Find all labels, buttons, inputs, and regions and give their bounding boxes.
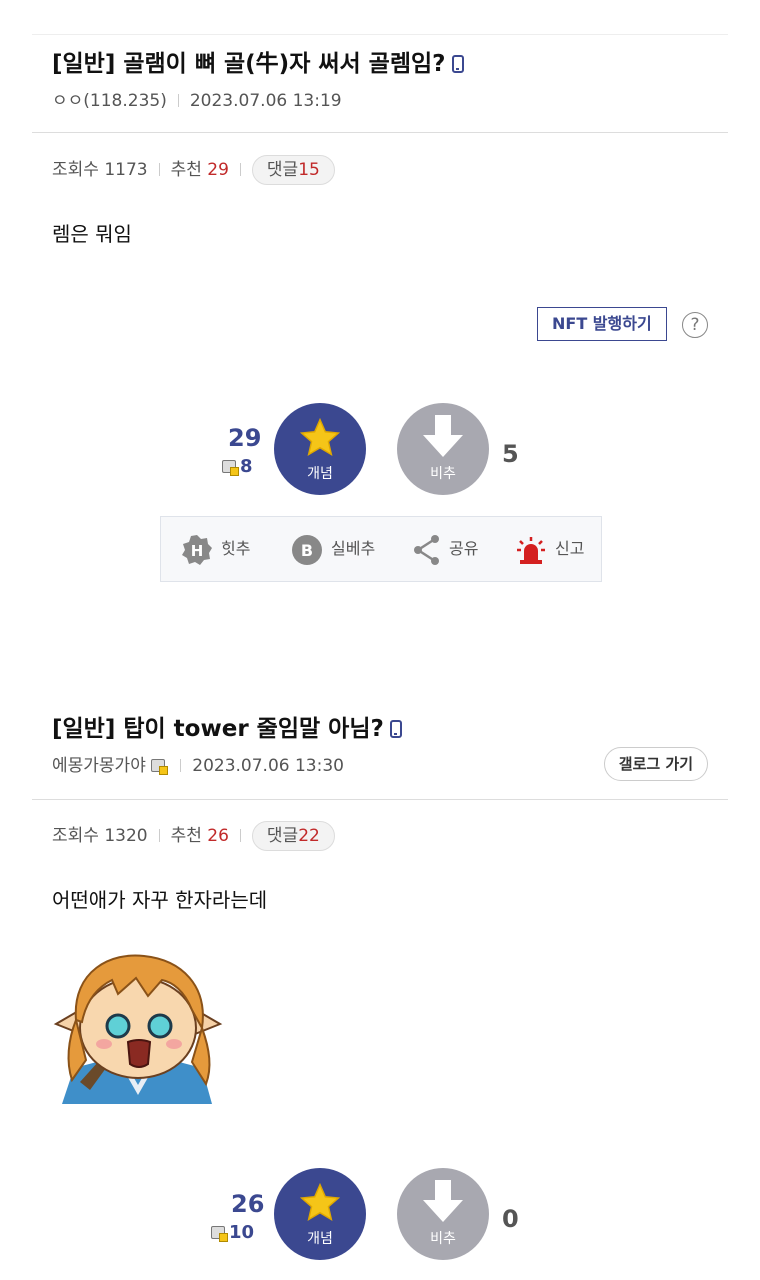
author[interactable]: 에몽가몽가야: [52, 756, 146, 776]
post-meta: 에몽가몽가야 2023.07.06 13:30 갤로그 가기: [32, 747, 728, 781]
share-button[interactable]: 공유: [413, 517, 478, 581]
character-sticker-image: [52, 950, 224, 1104]
gallery-mini-icon: [151, 759, 169, 775]
upvote-count: 26: [231, 1190, 265, 1218]
upvote-count: 29: [228, 424, 262, 452]
divider: [32, 799, 728, 800]
report-siren-icon: [517, 536, 545, 564]
divider: [180, 759, 182, 772]
downvote-button[interactable]: 비추: [397, 1168, 489, 1260]
post-date: 2023.07.06 13:30: [192, 756, 344, 776]
gallery-mini-icon: [222, 460, 239, 476]
comment-button[interactable]: 댓글15: [251, 155, 335, 185]
help-icon[interactable]: ?: [682, 312, 708, 338]
gallery-mini-icon: [211, 1226, 228, 1242]
post-2-body: 어떤애가 자꾸 한자라는데: [32, 884, 728, 913]
best-icon: B: [292, 534, 322, 565]
star-icon: [299, 1182, 341, 1222]
comment-button[interactable]: 댓글22: [251, 821, 335, 851]
post-title: [일반] 골램이 뼈 골(牛)자 써서 골렘임?: [32, 49, 728, 79]
phone-icon: [389, 720, 402, 738]
phone-icon: [451, 55, 464, 73]
hit-recommend-button[interactable]: H 힛추: [181, 517, 250, 581]
report-button[interactable]: 신고: [515, 517, 584, 581]
post-body-text: 렘은 뭐임: [52, 222, 132, 246]
recommend-count: 29: [207, 160, 229, 180]
hit-icon: H: [182, 534, 212, 565]
star-icon: [299, 417, 341, 457]
share-icon: [414, 534, 439, 565]
upvote-button[interactable]: 개념: [274, 403, 366, 495]
post-body-text: 어떤애가 자꾸 한자라는데: [52, 888, 268, 912]
recommend-label: 추천: [170, 160, 202, 180]
downvote-count: 5: [502, 440, 519, 468]
divider: [177, 94, 179, 107]
recommend-count: 26: [207, 826, 229, 846]
downvote-label: 비추: [430, 1231, 456, 1247]
downvote-label: 비추: [430, 466, 456, 482]
upvote-label: 개념: [307, 466, 333, 482]
view-count: 조회수 1173: [52, 160, 148, 180]
stats-bar: 조회수 1173 추천 29 댓글15: [32, 154, 728, 186]
best-recommend-button[interactable]: B 실베추: [291, 517, 375, 581]
post-1: [일반] 골램이 뼈 골(牛)자 써서 골렘임? ㅇㅇ(118.235) 2023…: [32, 34, 728, 113]
post-meta: ㅇㅇ(118.235) 2023.07.06 13:19: [32, 89, 728, 113]
post-1-stats: 조회수 1173 추천 29 댓글15: [32, 150, 728, 186]
stats-bar: 조회수 1320 추천 26 댓글22: [32, 820, 728, 852]
post-date: 2023.07.06 13:19: [189, 91, 342, 111]
post-1-body: 렘은 뭐임: [32, 218, 728, 247]
upvote-label: 개념: [307, 1231, 333, 1247]
view-count: 조회수 1320: [52, 826, 148, 846]
gallog-button[interactable]: 갤로그 가기: [603, 747, 708, 781]
post-title: [일반] 탑이 tower 줄임말 아님?: [32, 714, 728, 744]
svg-text:B: B: [301, 541, 313, 560]
divider: [32, 132, 728, 133]
upvote-button[interactable]: 개념: [274, 1168, 366, 1260]
fixed-upvote-count: 10: [211, 1222, 254, 1243]
divider: [158, 163, 160, 176]
divider: [239, 829, 241, 842]
down-arrow-icon: [423, 1180, 463, 1222]
downvote-button[interactable]: 비추: [397, 403, 489, 495]
action-bar: H 힛추 B 실베추 공유 신고: [160, 516, 602, 582]
post-2-stats: 조회수 1320 추천 26 댓글22: [32, 816, 728, 852]
post-2: [일반] 탑이 tower 줄임말 아님? 에몽가몽가야 2023.07.06 …: [32, 700, 728, 781]
nft-issue-button[interactable]: NFT 발행하기: [537, 307, 667, 341]
fixed-upvote-count: 8: [222, 456, 253, 477]
svg-text:H: H: [191, 542, 204, 560]
recommend-label: 추천: [170, 826, 202, 846]
divider: [158, 829, 160, 842]
author[interactable]: ㅇㅇ(118.235): [52, 91, 167, 111]
downvote-count: 0: [502, 1205, 519, 1233]
down-arrow-icon: [423, 415, 463, 457]
divider: [239, 163, 241, 176]
